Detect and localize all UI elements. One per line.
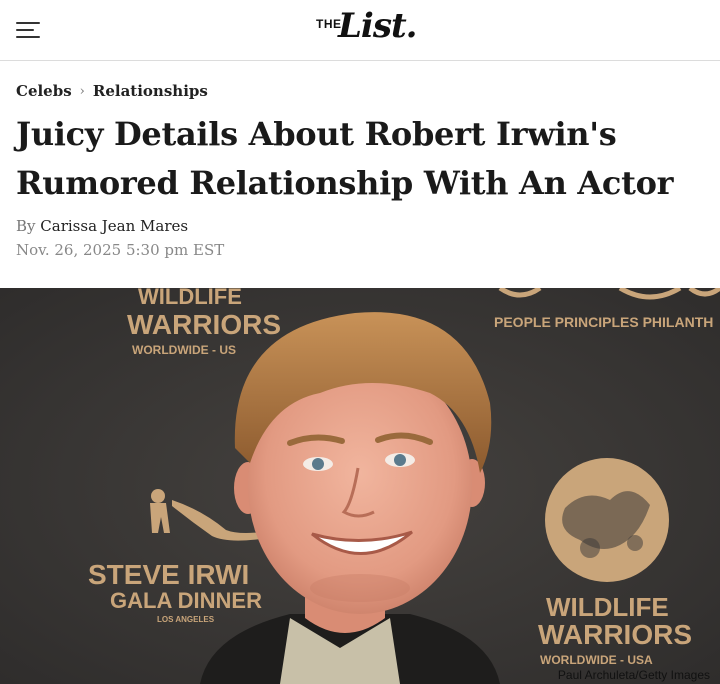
publish-date: Nov. 26, 2025 5:30 pm EST bbox=[16, 241, 225, 259]
hero-photo-illustration: WILDLIFE WARRIORS WORLDWIDE - US PEOPLE … bbox=[0, 288, 720, 684]
hamburger-menu-icon[interactable] bbox=[16, 22, 40, 38]
backdrop-worldwide-bottom: WORLDWIDE - USA bbox=[540, 653, 653, 667]
wildlife-warriors-logo-icon bbox=[545, 458, 669, 582]
backdrop-wildlife-bottom: WILDLIFE bbox=[546, 592, 669, 622]
backdrop-people-principles: PEOPLE PRINCIPLES PHILANTH bbox=[494, 314, 713, 330]
site-logo[interactable]: THE List. bbox=[316, 6, 418, 50]
backdrop-los-angeles: LOS ANGELES bbox=[157, 615, 215, 624]
breadcrumb-relationships[interactable]: Relationships bbox=[93, 82, 208, 100]
site-header: THE List. bbox=[0, 0, 720, 61]
backdrop-gala-dinner: GALA DINNER bbox=[110, 588, 262, 613]
hero-image: WILDLIFE WARRIORS WORLDWIDE - US PEOPLE … bbox=[0, 288, 720, 684]
backdrop-steve-irwin: STEVE IRWI bbox=[88, 559, 249, 590]
breadcrumb-celebs[interactable]: Celebs bbox=[16, 82, 72, 100]
backdrop-warriors-bottom: WARRIORS bbox=[538, 619, 692, 650]
byline: By Carissa Jean Mares bbox=[16, 217, 188, 235]
photo-credit: Paul Archuleta/Getty Images bbox=[557, 668, 710, 682]
article-title: Juicy Details About Robert Irwin's Rumor… bbox=[16, 115, 674, 202]
backdrop-wildlife-top: WILDLIFE bbox=[138, 288, 242, 309]
backdrop-worldwide-top: WORLDWIDE - US bbox=[132, 343, 236, 357]
author-link[interactable]: Carissa Jean Mares bbox=[40, 217, 188, 235]
breadcrumb-separator-icon: › bbox=[79, 83, 85, 99]
breadcrumb: Celebs › Relationships bbox=[16, 82, 208, 100]
by-label: By bbox=[16, 217, 36, 235]
backdrop-warriors-top: WARRIORS bbox=[127, 309, 281, 340]
